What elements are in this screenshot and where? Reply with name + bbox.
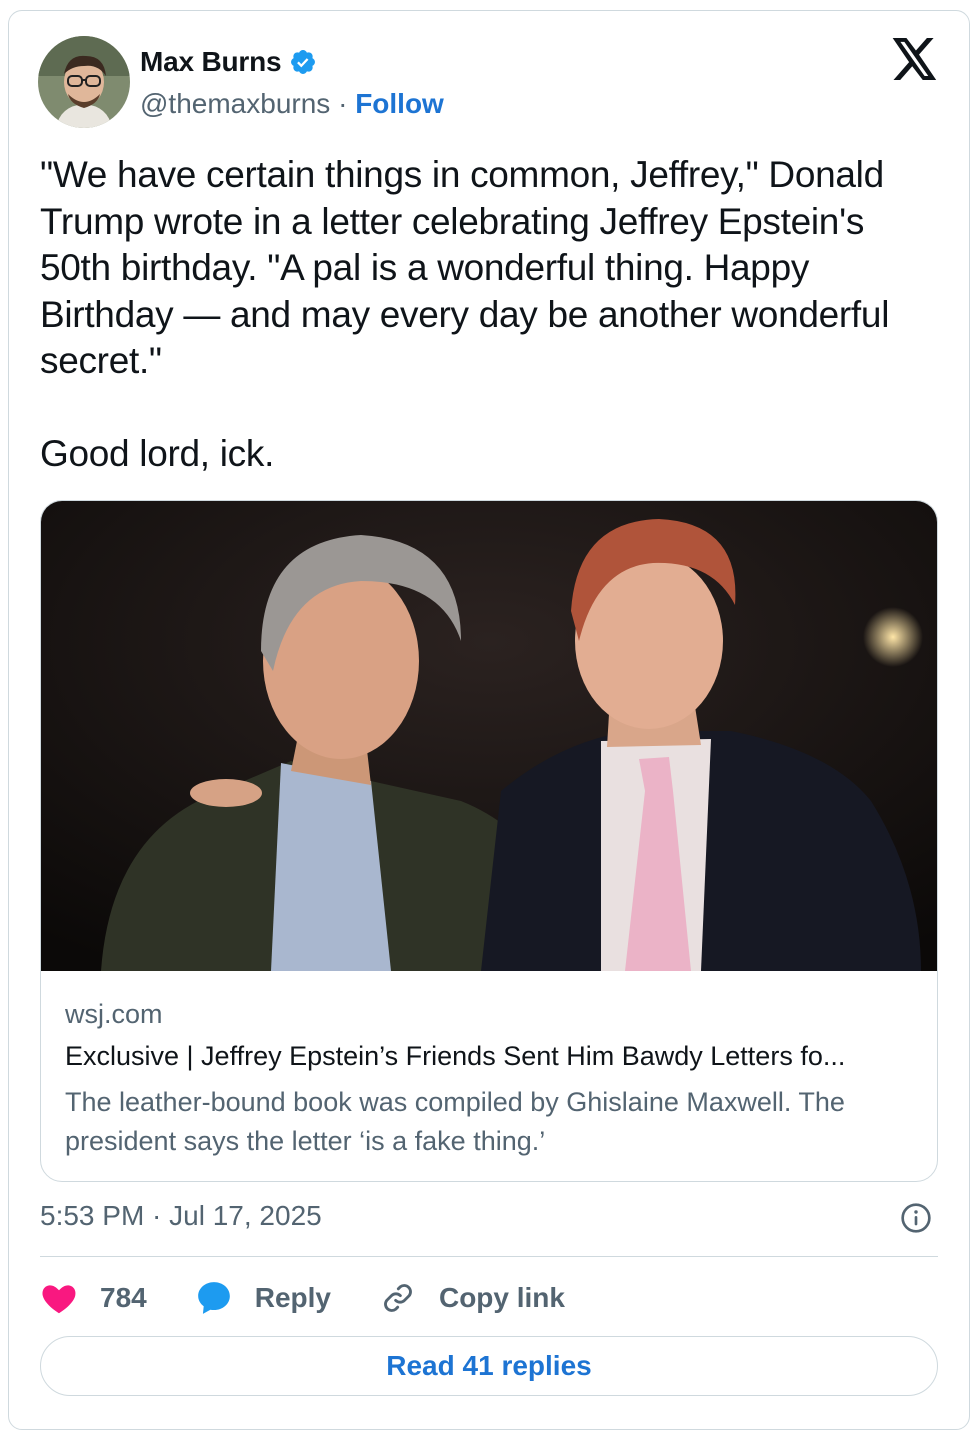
info-icon[interactable] — [900, 1202, 932, 1234]
copy-link-button[interactable]: Copy link — [379, 1279, 565, 1317]
author-name-row: Max Burns — [140, 44, 317, 80]
follow-button[interactable]: Follow — [355, 88, 444, 120]
tweet-actions: 784 Reply Copy link — [40, 1276, 613, 1320]
author-handle-row: @themaxburns · Follow — [140, 88, 444, 120]
like-count: 784 — [100, 1282, 147, 1313]
copy-link-label: Copy link — [438, 1282, 565, 1313]
link-title: Exclusive | Jeffrey Epstein’s Friends Se… — [65, 1041, 846, 1071]
x-logo-icon[interactable] — [892, 38, 938, 80]
link-preview-photo — [41, 501, 937, 971]
link-icon — [379, 1279, 417, 1317]
handle-separator: · — [330, 88, 356, 119]
heart-icon — [40, 1279, 78, 1317]
read-replies-button[interactable]: Read 41 replies — [40, 1336, 938, 1396]
tweet-text: "We have certain things in common, Jeffr… — [40, 154, 890, 474]
reply-label: Reply — [254, 1282, 331, 1313]
reply-bubble-icon — [195, 1279, 233, 1317]
author-display-name[interactable]: Max Burns — [140, 46, 282, 78]
link-description: The leather-bound book was compiled by G… — [65, 1087, 845, 1156]
tweet-timestamp[interactable]: 5:53 PM · Jul 17, 2025 — [40, 1200, 322, 1232]
author-handle[interactable]: @themaxburns — [140, 88, 330, 120]
verified-badge-icon — [289, 48, 317, 76]
avatar-image — [38, 36, 130, 128]
author-avatar[interactable] — [38, 36, 130, 128]
link-preview-card[interactable]: wsj.com Exclusive | Jeffrey Epstein’s Fr… — [40, 500, 938, 1182]
reply-button[interactable]: Reply — [195, 1279, 331, 1317]
divider — [40, 1256, 938, 1257]
like-button[interactable]: 784 — [40, 1279, 147, 1317]
link-domain: wsj.com — [65, 999, 163, 1029]
